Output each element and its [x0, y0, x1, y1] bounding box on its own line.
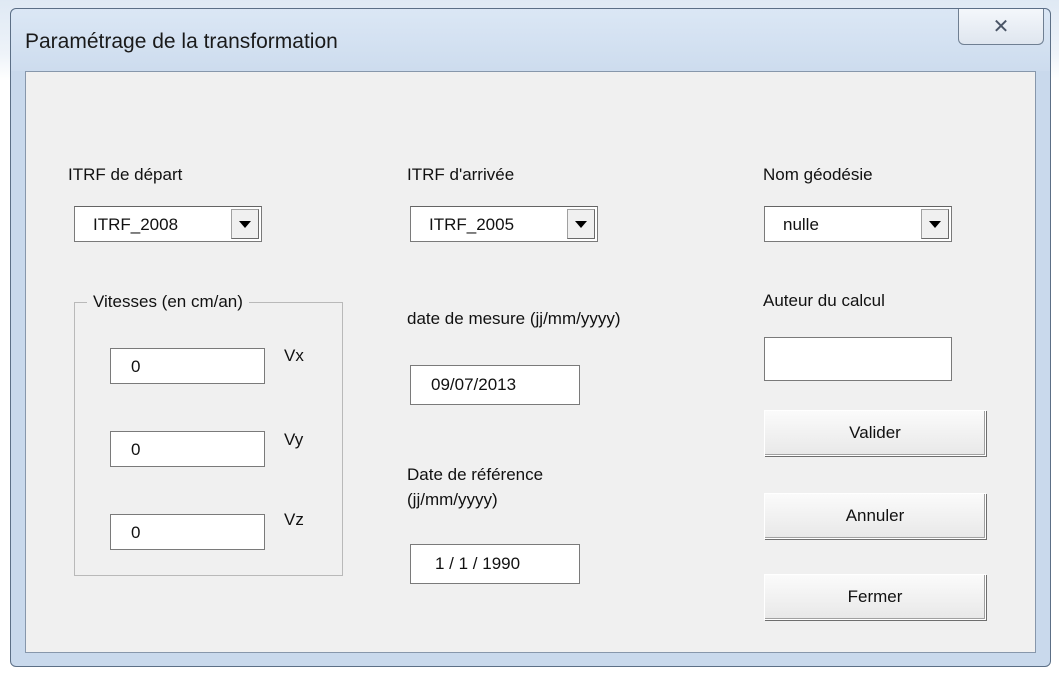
date-reference-input[interactable]: 1 / 1 / 1990 [410, 544, 580, 584]
itrf-depart-dropdown[interactable]: ITRF_2008 [74, 206, 262, 242]
date-reference-label: Date de référence [407, 465, 544, 484]
vy-input[interactable]: 0 [110, 431, 265, 467]
vitesses-caption: Vitesses (en cm/an) [87, 292, 249, 312]
date-mesure-value: 09/07/2013 [431, 375, 517, 394]
itrf-depart-value: ITRF_2008 [93, 215, 179, 234]
vx-value: 0 [131, 357, 141, 376]
nom-geodesie-value: nulle [783, 215, 819, 234]
window-title: Paramétrage de la transformation [25, 30, 338, 53]
auteur-label: Auteur du calcul [763, 291, 885, 310]
vz-input[interactable]: 0 [110, 514, 265, 550]
nom-geodesie-dropdown[interactable]: nulle [764, 206, 952, 242]
itrf-depart-label: ITRF de départ [68, 165, 183, 184]
dialog-window: Paramétrage de la transformation ✕ ITRF … [10, 8, 1051, 667]
vz-label: Vz [284, 510, 304, 529]
close-icon: ✕ [992, 15, 1010, 38]
date-mesure-label: date de mesure (jj/mm/yyyy) [407, 309, 621, 328]
vitesses-group: Vitesses (en cm/an) 0 Vx 0 Vy 0 Vz [74, 292, 343, 576]
vx-input[interactable]: 0 [110, 348, 265, 384]
dialog-client-area: ITRF de départ ITRF_2008 ITRF d'arrivée … [25, 71, 1036, 653]
chevron-down-icon[interactable] [567, 209, 595, 239]
date-mesure-input[interactable]: 09/07/2013 [410, 365, 580, 405]
vy-label: Vy [284, 430, 304, 449]
vy-value: 0 [131, 440, 141, 459]
date-reference-value: 1 / 1 / 1990 [435, 554, 521, 573]
close-button[interactable]: ✕ [958, 9, 1044, 45]
annuler-button[interactable]: Annuler [764, 493, 986, 539]
valider-button[interactable]: Valider [764, 410, 986, 456]
nom-geodesie-label: Nom géodésie [763, 165, 873, 184]
itrf-arrivee-label: ITRF d'arrivée [407, 165, 515, 184]
title-bar[interactable]: Paramétrage de la transformation ✕ [11, 9, 1050, 71]
itrf-arrivee-value: ITRF_2005 [429, 215, 515, 234]
vx-label: Vx [284, 346, 304, 365]
chevron-down-icon[interactable] [231, 209, 259, 239]
date-reference-format-label: (jj/mm/yyyy) [407, 490, 498, 509]
vz-value: 0 [131, 523, 141, 542]
auteur-input[interactable] [764, 337, 952, 381]
chevron-down-icon[interactable] [921, 209, 949, 239]
fermer-button[interactable]: Fermer [764, 574, 986, 620]
itrf-arrivee-dropdown[interactable]: ITRF_2005 [410, 206, 598, 242]
